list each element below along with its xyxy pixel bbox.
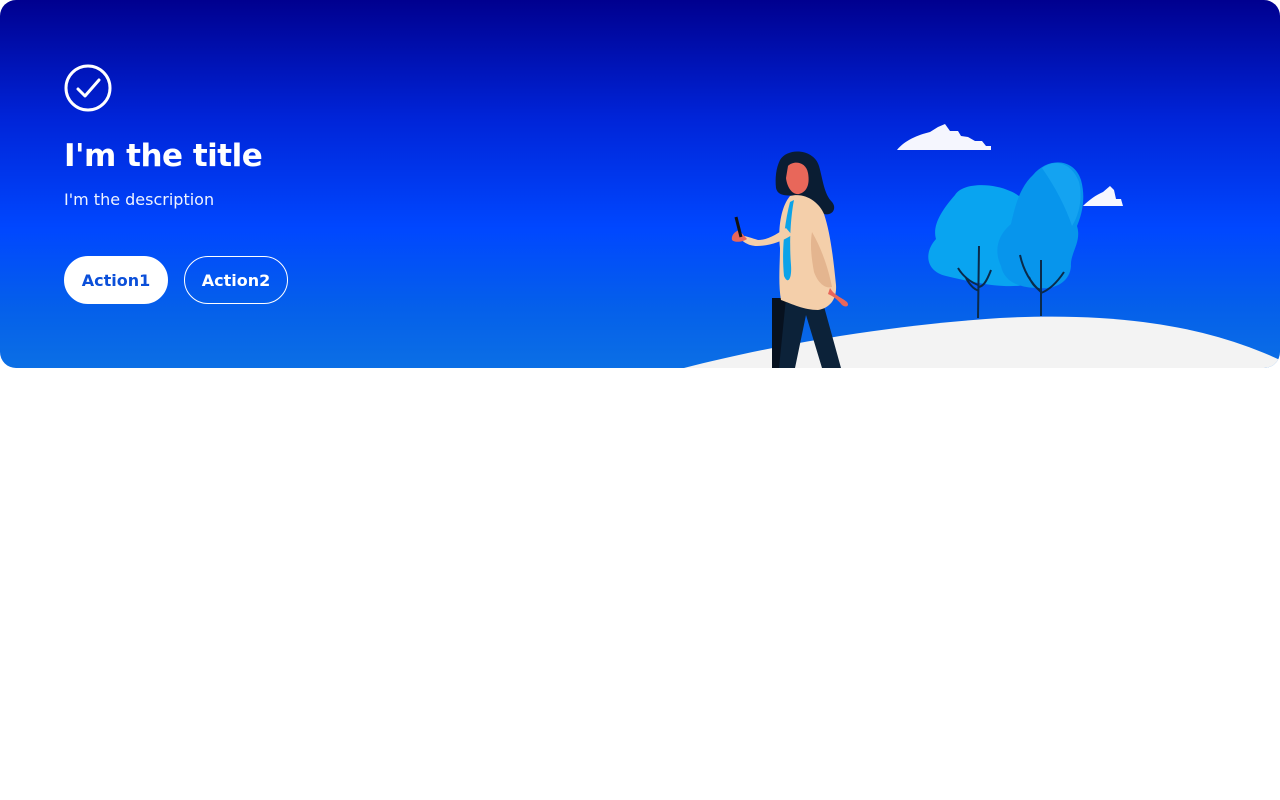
cloud-shape [897,124,991,150]
hero-content: I'm the title I'm the description [64,64,584,212]
hero-title: I'm the title [64,138,263,174]
cloud-shape [1083,186,1123,206]
hero-description: I'm the description [64,190,215,209]
hero-banner: I'm the title I'm the description Action… [0,0,1280,368]
action2-button[interactable]: Action2 [184,256,288,304]
woman-figure [731,151,849,368]
trees-group [928,162,1084,319]
action1-button[interactable]: Action1 [64,256,168,304]
check-circle-icon [64,64,112,112]
hero-actions: Action1 Action2 [64,256,288,304]
